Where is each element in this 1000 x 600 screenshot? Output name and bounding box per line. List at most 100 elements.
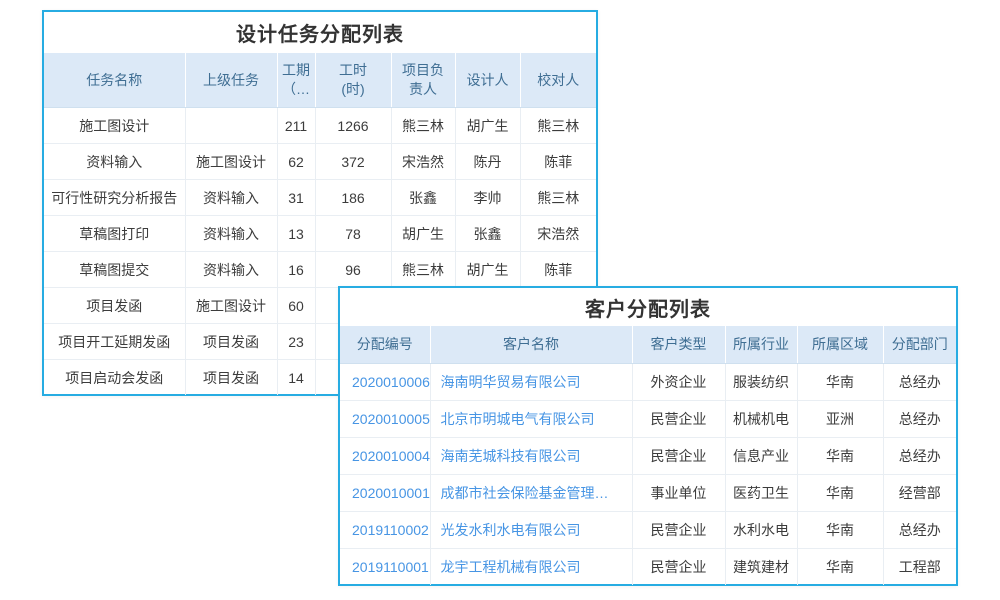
task-cell-parent: 资料输入: [185, 252, 277, 288]
customer-cell-dept: 经营部: [883, 475, 956, 512]
customer-name-link[interactable]: 成都市社会保险基金管理…: [430, 475, 632, 512]
customer-name-link[interactable]: 海南芜城科技有限公司: [430, 438, 632, 475]
task-table-row[interactable]: 施工图设计 211 1266 熊三林 胡广生 熊三林: [44, 108, 596, 144]
task-cell-manager: 胡广生: [391, 216, 455, 252]
task-cell-parent: 项目发函: [185, 360, 277, 396]
customer-cell-dept: 总经办: [883, 512, 956, 549]
task-cell-duration: 13: [277, 216, 315, 252]
customer-cell-type: 事业单位: [632, 475, 725, 512]
task-col-header-designer: 设计人: [455, 53, 520, 108]
task-cell-manager: 熊三林: [391, 252, 455, 288]
task-cell-designer: 李帅: [455, 180, 520, 216]
customer-table-row[interactable]: 2019110001 龙宇工程机械有限公司 民营企业 建筑建材 华南 工程部: [340, 549, 956, 586]
customer-cell-industry: 信息产业: [725, 438, 797, 475]
task-cell-designer: 陈丹: [455, 144, 520, 180]
task-table-row[interactable]: 资料输入 施工图设计 62 372 宋浩然 陈丹 陈菲: [44, 144, 596, 180]
task-cell-parent: 项目发函: [185, 324, 277, 360]
task-cell-hours: 78: [315, 216, 391, 252]
customer-table-row[interactable]: 2020010006 海南明华贸易有限公司 外资企业 服装纺织 华南 总经办: [340, 364, 956, 401]
customer-table-row[interactable]: 2020010004 海南芜城科技有限公司 民营企业 信息产业 华南 总经办: [340, 438, 956, 475]
customer-col-header-industry: 所属行业: [725, 326, 797, 364]
task-table-row[interactable]: 草稿图提交 资料输入 16 96 熊三林 胡广生 陈菲: [44, 252, 596, 288]
task-cell-parent: 资料输入: [185, 180, 277, 216]
customer-table-header-row: 分配编号 客户名称 客户类型 所属行业 所属区域 分配部门: [340, 326, 956, 364]
task-cell-name: 草稿图提交: [44, 252, 185, 288]
task-col-header-name: 任务名称: [44, 53, 185, 108]
task-col-header-proofreader: 校对人: [520, 53, 596, 108]
task-cell-name: 资料输入: [44, 144, 185, 180]
task-cell-hours: 186: [315, 180, 391, 216]
customer-col-header-region: 所属区域: [797, 326, 883, 364]
customer-cell-type: 民营企业: [632, 401, 725, 438]
task-cell-name: 草稿图打印: [44, 216, 185, 252]
customer-cell-dept: 总经办: [883, 401, 956, 438]
task-table-header-row: 任务名称 上级任务 工期 （… 工时 (时) 项目负 责人 设计人 校对人: [44, 53, 596, 108]
task-cell-proofreader: 熊三林: [520, 180, 596, 216]
task-col-header-hours: 工时 (时): [315, 53, 391, 108]
task-cell-manager: 宋浩然: [391, 144, 455, 180]
task-cell-parent: 施工图设计: [185, 144, 277, 180]
customer-id-link[interactable]: 2019110001: [340, 549, 430, 586]
task-cell-name: 项目开工延期发函: [44, 324, 185, 360]
task-cell-duration: 62: [277, 144, 315, 180]
task-cell-proofreader: 熊三林: [520, 108, 596, 144]
customer-cell-region: 华南: [797, 512, 883, 549]
task-cell-name: 施工图设计: [44, 108, 185, 144]
customer-cell-industry: 机械机电: [725, 401, 797, 438]
task-table-row[interactable]: 草稿图打印 资料输入 13 78 胡广生 张鑫 宋浩然: [44, 216, 596, 252]
customer-table-card: 客户分配列表 分配编号 客户名称 客户类型 所属行业 所属区域 分配部门 202…: [338, 286, 958, 586]
customer-id-link[interactable]: 2020010004: [340, 438, 430, 475]
customer-cell-region: 华南: [797, 549, 883, 586]
customer-cell-industry: 水利水电: [725, 512, 797, 549]
task-cell-duration: 16: [277, 252, 315, 288]
task-cell-name: 项目启动会发函: [44, 360, 185, 396]
task-cell-designer: 胡广生: [455, 252, 520, 288]
customer-cell-region: 亚洲: [797, 401, 883, 438]
customer-name-link[interactable]: 龙宇工程机械有限公司: [430, 549, 632, 586]
task-cell-duration: 14: [277, 360, 315, 396]
customer-id-link[interactable]: 2019110002: [340, 512, 430, 549]
task-cell-manager: 张鑫: [391, 180, 455, 216]
task-cell-name: 项目发函: [44, 288, 185, 324]
customer-cell-dept: 总经办: [883, 438, 956, 475]
task-col-header-manager: 项目负 责人: [391, 53, 455, 108]
customer-col-header-dept: 分配部门: [883, 326, 956, 364]
task-cell-proofreader: 陈菲: [520, 252, 596, 288]
customer-name-link[interactable]: 光发水利水电有限公司: [430, 512, 632, 549]
task-cell-duration: 60: [277, 288, 315, 324]
task-cell-duration: 31: [277, 180, 315, 216]
task-table-row[interactable]: 可行性研究分析报告 资料输入 31 186 张鑫 李帅 熊三林: [44, 180, 596, 216]
customer-name-link[interactable]: 北京市明城电气有限公司: [430, 401, 632, 438]
customer-col-header-name: 客户名称: [430, 326, 632, 364]
task-cell-name: 可行性研究分析报告: [44, 180, 185, 216]
task-col-header-duration: 工期 （…: [277, 53, 315, 108]
customer-cell-type: 外资企业: [632, 364, 725, 401]
customer-cell-industry: 服装纺织: [725, 364, 797, 401]
task-cell-designer: 胡广生: [455, 108, 520, 144]
customer-id-link[interactable]: 2020010005: [340, 401, 430, 438]
customer-col-header-id: 分配编号: [340, 326, 430, 364]
task-cell-hours: 96: [315, 252, 391, 288]
task-cell-manager: 熊三林: [391, 108, 455, 144]
customer-name-link[interactable]: 海南明华贸易有限公司: [430, 364, 632, 401]
task-cell-parent: 资料输入: [185, 216, 277, 252]
task-cell-designer: 张鑫: [455, 216, 520, 252]
customer-id-link[interactable]: 2020010006: [340, 364, 430, 401]
customer-table-row[interactable]: 2020010005 北京市明城电气有限公司 民营企业 机械机电 亚洲 总经办: [340, 401, 956, 438]
customer-table-row[interactable]: 2020010001 成都市社会保险基金管理… 事业单位 医药卫生 华南 经营部: [340, 475, 956, 512]
customer-cell-region: 华南: [797, 475, 883, 512]
customer-cell-dept: 工程部: [883, 549, 956, 586]
task-cell-parent: [185, 108, 277, 144]
customer-table-row[interactable]: 2019110002 光发水利水电有限公司 民营企业 水利水电 华南 总经办: [340, 512, 956, 549]
task-col-header-parent: 上级任务: [185, 53, 277, 108]
task-cell-hours: 1266: [315, 108, 391, 144]
customer-table-title: 客户分配列表: [340, 288, 956, 326]
task-table-title: 设计任务分配列表: [44, 12, 596, 53]
customer-cell-region: 华南: [797, 364, 883, 401]
task-cell-proofreader: 陈菲: [520, 144, 596, 180]
customer-table: 分配编号 客户名称 客户类型 所属行业 所属区域 分配部门 2020010006…: [340, 326, 956, 585]
task-cell-parent: 施工图设计: [185, 288, 277, 324]
customer-id-link[interactable]: 2020010001: [340, 475, 430, 512]
task-cell-duration: 23: [277, 324, 315, 360]
customer-cell-type: 民营企业: [632, 438, 725, 475]
